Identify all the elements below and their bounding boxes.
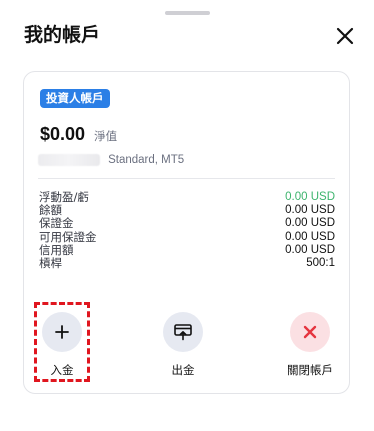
masked-account-number: [38, 154, 100, 166]
account-actions: 入金 出金 關閉帳戶: [22, 302, 350, 392]
account-stats: 浮動盈/虧 0.00 USD 餘額 0.00 USD 保證金 0.00 USD …: [39, 190, 335, 270]
close-account-label: 關閉帳戶: [287, 363, 333, 377]
close-button[interactable]: [334, 25, 356, 47]
close-icon: [336, 27, 354, 45]
account-card: 投資人帳戶 $0.00 淨值 Standard, MT5 浮動盈/虧 0.00 …: [23, 71, 350, 394]
stat-row-margin: 保證金 0.00 USD: [39, 217, 335, 230]
sheet-title: 我的帳戶: [24, 24, 101, 46]
stat-value: 0.00 USD: [285, 217, 335, 230]
deposit-label: 入金: [50, 363, 74, 377]
plus-icon: [55, 325, 69, 339]
stat-value: 0.00 USD: [285, 204, 335, 217]
stat-row-leverage: 槓桿 500:1: [39, 255, 335, 270]
withdraw-circle: [163, 312, 203, 352]
stat-row-credit: 信用額 0.00 USD: [39, 242, 335, 257]
stat-value: 0.00 USD: [285, 230, 335, 243]
sheet-drag-handle[interactable]: [165, 11, 210, 15]
deposit-button[interactable]: 入金: [22, 312, 102, 377]
close-account-circle: [290, 312, 330, 352]
close-account-button[interactable]: 關閉帳戶: [270, 312, 350, 377]
stat-value: 0.00 USD: [285, 243, 335, 256]
stat-row-free-margin: 可用保證金 0.00 USD: [39, 229, 335, 244]
withdraw-label: 出金: [171, 363, 195, 377]
deposit-circle: [42, 312, 82, 352]
stat-value: 0.00 USD: [285, 191, 335, 203]
equity-value: $0.00: [40, 124, 86, 144]
account-info-row: Standard, MT5: [38, 151, 184, 169]
account-type-badge: 投資人帳戶: [40, 89, 110, 108]
stat-label: 槓桿: [39, 255, 62, 270]
stat-row-floating-pl: 浮動盈/虧 0.00 USD: [39, 190, 335, 204]
close-account-icon: [303, 325, 317, 339]
account-platform: Standard, MT5: [108, 154, 185, 166]
stat-value: 500:1: [306, 256, 335, 269]
withdraw-button[interactable]: 出金: [143, 312, 223, 377]
stat-row-balance: 餘額 0.00 USD: [39, 203, 335, 217]
equity-label: 淨值: [94, 129, 118, 143]
divider: [38, 178, 335, 179]
account-sheet: 我的帳戶 投資人帳戶 $0.00 淨值 Standard, MT5 浮動盈/虧 …: [0, 0, 374, 431]
equity-row: $0.00 淨值: [40, 122, 117, 148]
stat-label: 信用額: [39, 242, 74, 257]
stat-label: 保證金: [39, 216, 74, 231]
stat-label: 可用保證金: [39, 229, 97, 244]
withdraw-icon: [174, 324, 192, 341]
